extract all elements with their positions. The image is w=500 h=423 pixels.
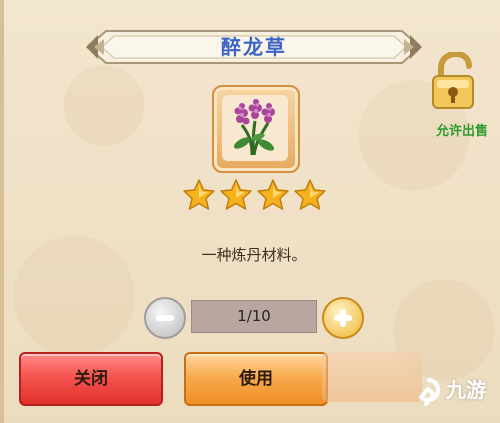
- herb-flower-icon: [233, 99, 275, 156]
- title-banner: 醉龙草: [84, 27, 424, 67]
- watermark-text: 九游: [446, 378, 486, 402]
- item-icon-frame: [212, 85, 300, 173]
- close-button[interactable]: 关闭: [19, 352, 163, 406]
- star-icon: [257, 179, 289, 210]
- star-icon: [183, 179, 215, 210]
- item-description: 一种炼丹材料。: [201, 246, 307, 264]
- star-icon: [294, 179, 326, 210]
- quantity-display: 1/10: [191, 300, 317, 333]
- use-button[interactable]: 使用: [184, 352, 328, 406]
- item-icon-background: [222, 95, 288, 161]
- faded-button-background: [322, 352, 422, 402]
- 9you-logo-icon: [419, 377, 441, 406]
- item-name-title: 醉龙草: [221, 35, 287, 59]
- item-detail-panel: 醉龙草 允许出售 一种炼丹材料。 1/10 关闭 使用 九游: [0, 0, 500, 423]
- sale-lock-toggle[interactable]: [429, 50, 481, 110]
- decrease-quantity-button[interactable]: [144, 297, 186, 339]
- star-icon: [220, 179, 252, 210]
- unlocked-padlock-icon: [432, 50, 474, 109]
- item-rarity-stars: [182, 178, 328, 214]
- allow-sale-label: 允许出售: [435, 124, 488, 139]
- watermark: 九游: [416, 370, 500, 410]
- increase-quantity-button[interactable]: [322, 297, 364, 339]
